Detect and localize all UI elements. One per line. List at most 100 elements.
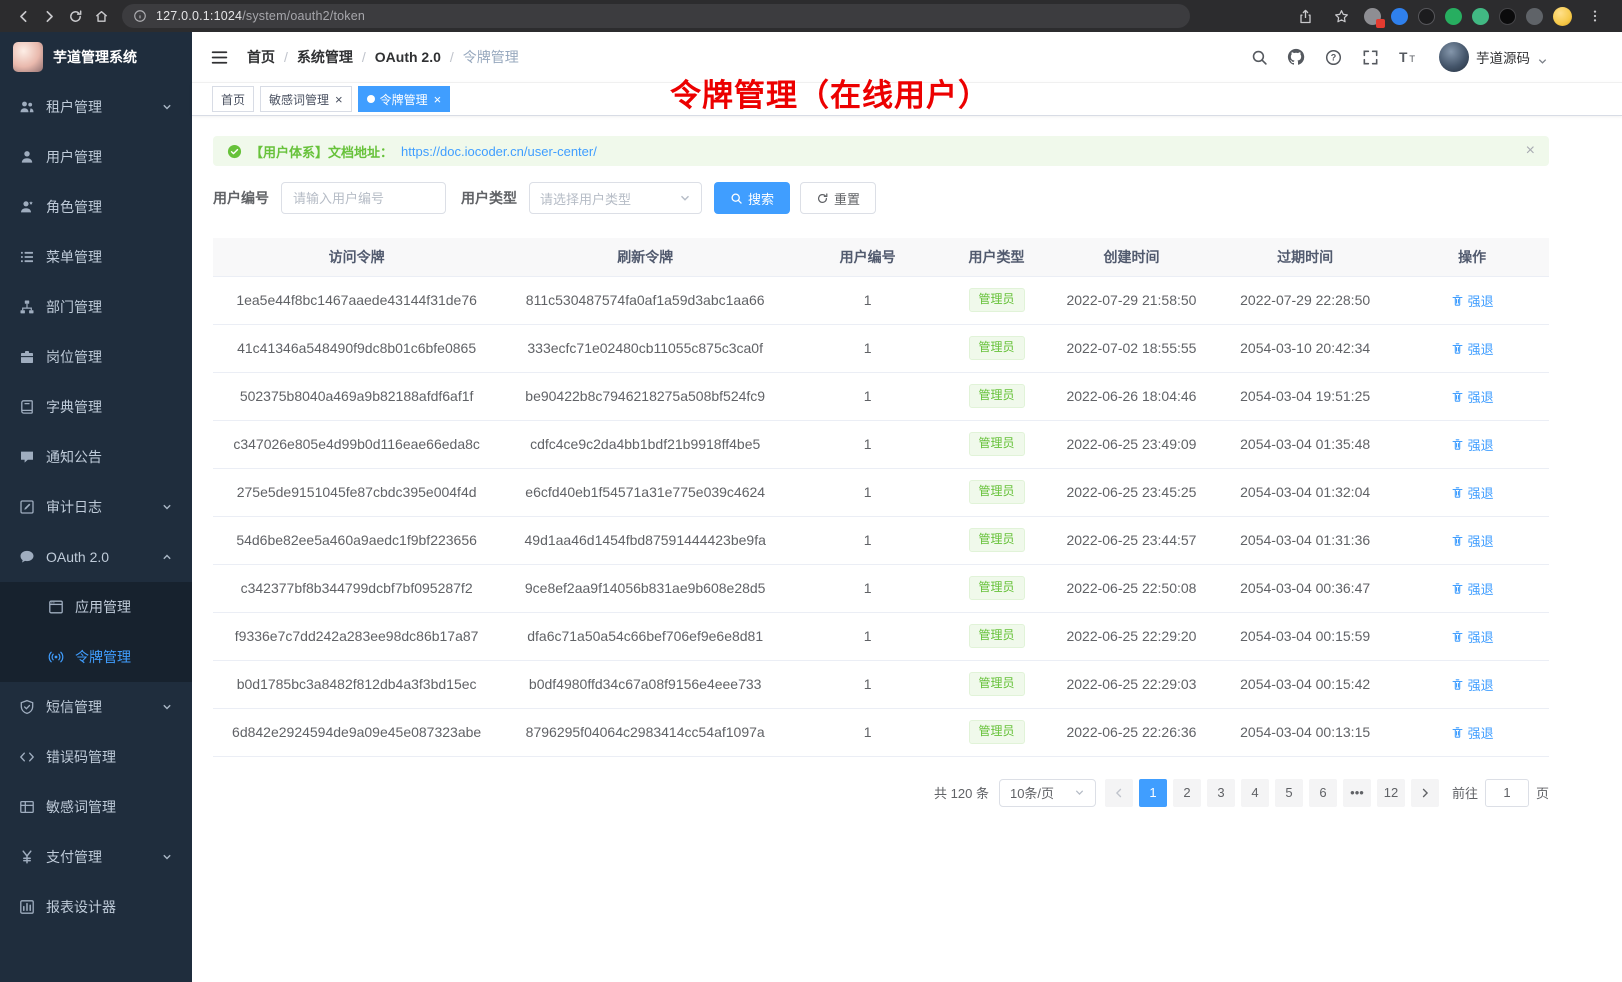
sidebar-item-menu[interactable]: 菜单管理 [0,232,192,282]
access-token-cell: f9336e7c7dd242a283ee98dc86b17a87 [213,612,500,660]
pagination-page-4[interactable]: 4 [1241,779,1269,807]
pagination-more-button[interactable]: ••• [1343,779,1371,807]
trash-icon [1451,534,1464,547]
pagination-next-button[interactable] [1411,779,1439,807]
sidebar-item-tenant[interactable]: 租户管理 [0,82,192,132]
sidebar-item-role[interactable]: 角色管理 [0,182,192,232]
browser-menu-icon[interactable] [1582,4,1608,28]
sidebar-item-oauth2[interactable]: OAuth 2.0 [0,532,192,582]
sidebar-item-audit-log[interactable]: 审计日志 [0,482,192,532]
user-id-input[interactable] [281,182,446,214]
force-logout-button[interactable]: 强退 [1451,483,1494,502]
github-icon[interactable] [1285,46,1307,68]
browser-extension-icon[interactable] [1418,8,1435,25]
column-header: 操作 [1395,238,1549,276]
pagination-page-5[interactable]: 5 [1275,779,1303,807]
reset-button[interactable]: 重置 [800,182,876,214]
force-logout-button[interactable]: 强退 [1451,387,1494,406]
alert-link[interactable]: https://doc.iocoder.cn/user-center/ [401,144,597,159]
sidebar-toggle-icon[interactable] [204,48,235,67]
alert-close-icon[interactable]: × [1526,143,1535,159]
pagination-page-1[interactable]: 1 [1139,779,1167,807]
sidebar-item-user[interactable]: 用户管理 [0,132,192,182]
user-menu[interactable]: 芋道源码 [1439,42,1548,72]
refresh-token-cell: 811c530487574fa0af1a59d3abc1aa66 [500,276,790,324]
expire-time-cell: 2054-03-10 20:42:34 [1215,324,1395,372]
breadcrumb-item-home[interactable]: 首页 [247,47,275,67]
force-logout-button[interactable]: 强退 [1451,339,1494,358]
pagination-pages: 123456•••12 [1136,779,1408,807]
tab-token[interactable]: 令牌管理× [358,86,451,112]
tab-close-icon[interactable]: × [434,93,442,106]
font-size-icon[interactable]: TT [1396,46,1418,68]
help-icon[interactable]: ? [1322,46,1344,68]
breadcrumb-item-oauth2[interactable]: OAuth 2.0 [375,49,441,65]
pagination-prev-button[interactable] [1105,779,1133,807]
user-type-badge: 管理员 [969,720,1025,744]
browser-address-bar[interactable]: 127.0.0.1:1024/system/oauth2/token [122,4,1190,28]
post-icon [19,349,35,365]
fullscreen-icon[interactable] [1359,46,1381,68]
share-icon[interactable] [1292,4,1318,28]
sidebar-item-dept[interactable]: 部门管理 [0,282,192,332]
sidebar-item-error-code[interactable]: 错误码管理 [0,732,192,782]
sidebar-item-report[interactable]: 报表设计器 [0,882,192,932]
breadcrumb-item-system[interactable]: 系统管理 [297,47,353,67]
search-icon[interactable] [1248,46,1270,68]
breadcrumb-item-current: 令牌管理 [463,47,519,67]
user-id-cell: 1 [790,660,945,708]
force-logout-button[interactable]: 强退 [1451,675,1494,694]
browser-profile-avatar[interactable] [1553,7,1572,26]
user-type-select[interactable]: 请选择用户类型 [529,182,702,214]
create-time-cell: 2022-06-25 23:49:09 [1048,420,1215,468]
pagination-page-12[interactable]: 12 [1377,779,1405,807]
tab-home[interactable]: 首页 [212,86,254,112]
sidebar-item-oauth2-token[interactable]: 令牌管理 [0,632,192,682]
pagination-page-2[interactable]: 2 [1173,779,1201,807]
tab-close-icon[interactable]: × [335,93,343,106]
expire-time-cell: 2054-03-04 01:32:04 [1215,468,1395,516]
refresh-token-cell: cdfc4ce9c2da4bb1bdf21b9918ff4be5 [500,420,790,468]
page-size-select[interactable]: 10条/页 [999,779,1096,807]
expire-time-cell: 2054-03-04 00:36:47 [1215,564,1395,612]
sidebar-item-post[interactable]: 岗位管理 [0,332,192,382]
chevron-down-icon [1537,56,1548,67]
sidebar-item-pay[interactable]: 支付管理 [0,832,192,882]
bookmark-star-icon[interactable] [1328,4,1354,28]
sidebar-item-sensitive-word[interactable]: 敏感词管理 [0,782,192,832]
force-logout-button[interactable]: 强退 [1451,723,1494,742]
force-logout-button[interactable]: 强退 [1451,291,1494,310]
browser-back-button[interactable] [10,4,36,28]
browser-extension-icon[interactable] [1499,8,1516,25]
browser-extension-icon[interactable] [1391,8,1408,25]
force-logout-button[interactable]: 强退 [1451,531,1494,550]
pagination-page-3[interactable]: 3 [1207,779,1235,807]
browser-extension-icon[interactable] [1445,8,1462,25]
browser-reload-button[interactable] [62,4,88,28]
browser-extension-icon[interactable] [1526,8,1543,25]
sidebar-item-notice[interactable]: 通知公告 [0,432,192,482]
goto-page-input[interactable] [1485,779,1529,807]
app-title: 芋道管理系统 [53,47,137,67]
force-logout-button[interactable]: 强退 [1451,627,1494,646]
app-logo[interactable]: 芋道管理系统 [0,32,192,82]
sidebar-item-oauth2-app[interactable]: 应用管理 [0,582,192,632]
browser-extension-icon[interactable] [1364,8,1381,25]
pagination-page-6[interactable]: 6 [1309,779,1337,807]
create-time-cell: 2022-07-29 21:58:50 [1048,276,1215,324]
tab-sensitive-word[interactable]: 敏感词管理× [260,86,352,112]
breadcrumb-separator: / [284,49,288,65]
vue-devtools-extension-icon[interactable] [1472,8,1489,25]
trash-icon [1451,630,1464,643]
browser-forward-button[interactable] [36,4,62,28]
force-logout-button[interactable]: 强退 [1451,435,1494,454]
sidebar-item-dict[interactable]: 字典管理 [0,382,192,432]
browser-home-button[interactable] [88,4,114,28]
force-logout-button[interactable]: 强退 [1451,579,1494,598]
search-button[interactable]: 搜索 [714,182,790,214]
sidebar-item-sms[interactable]: 短信管理 [0,682,192,732]
column-header: 用户类型 [945,238,1048,276]
user-id-cell: 1 [790,468,945,516]
doc-alert: 【用户体系】文档地址： https://doc.iocoder.cn/user-… [213,136,1549,166]
site-info-icon[interactable] [131,4,149,28]
